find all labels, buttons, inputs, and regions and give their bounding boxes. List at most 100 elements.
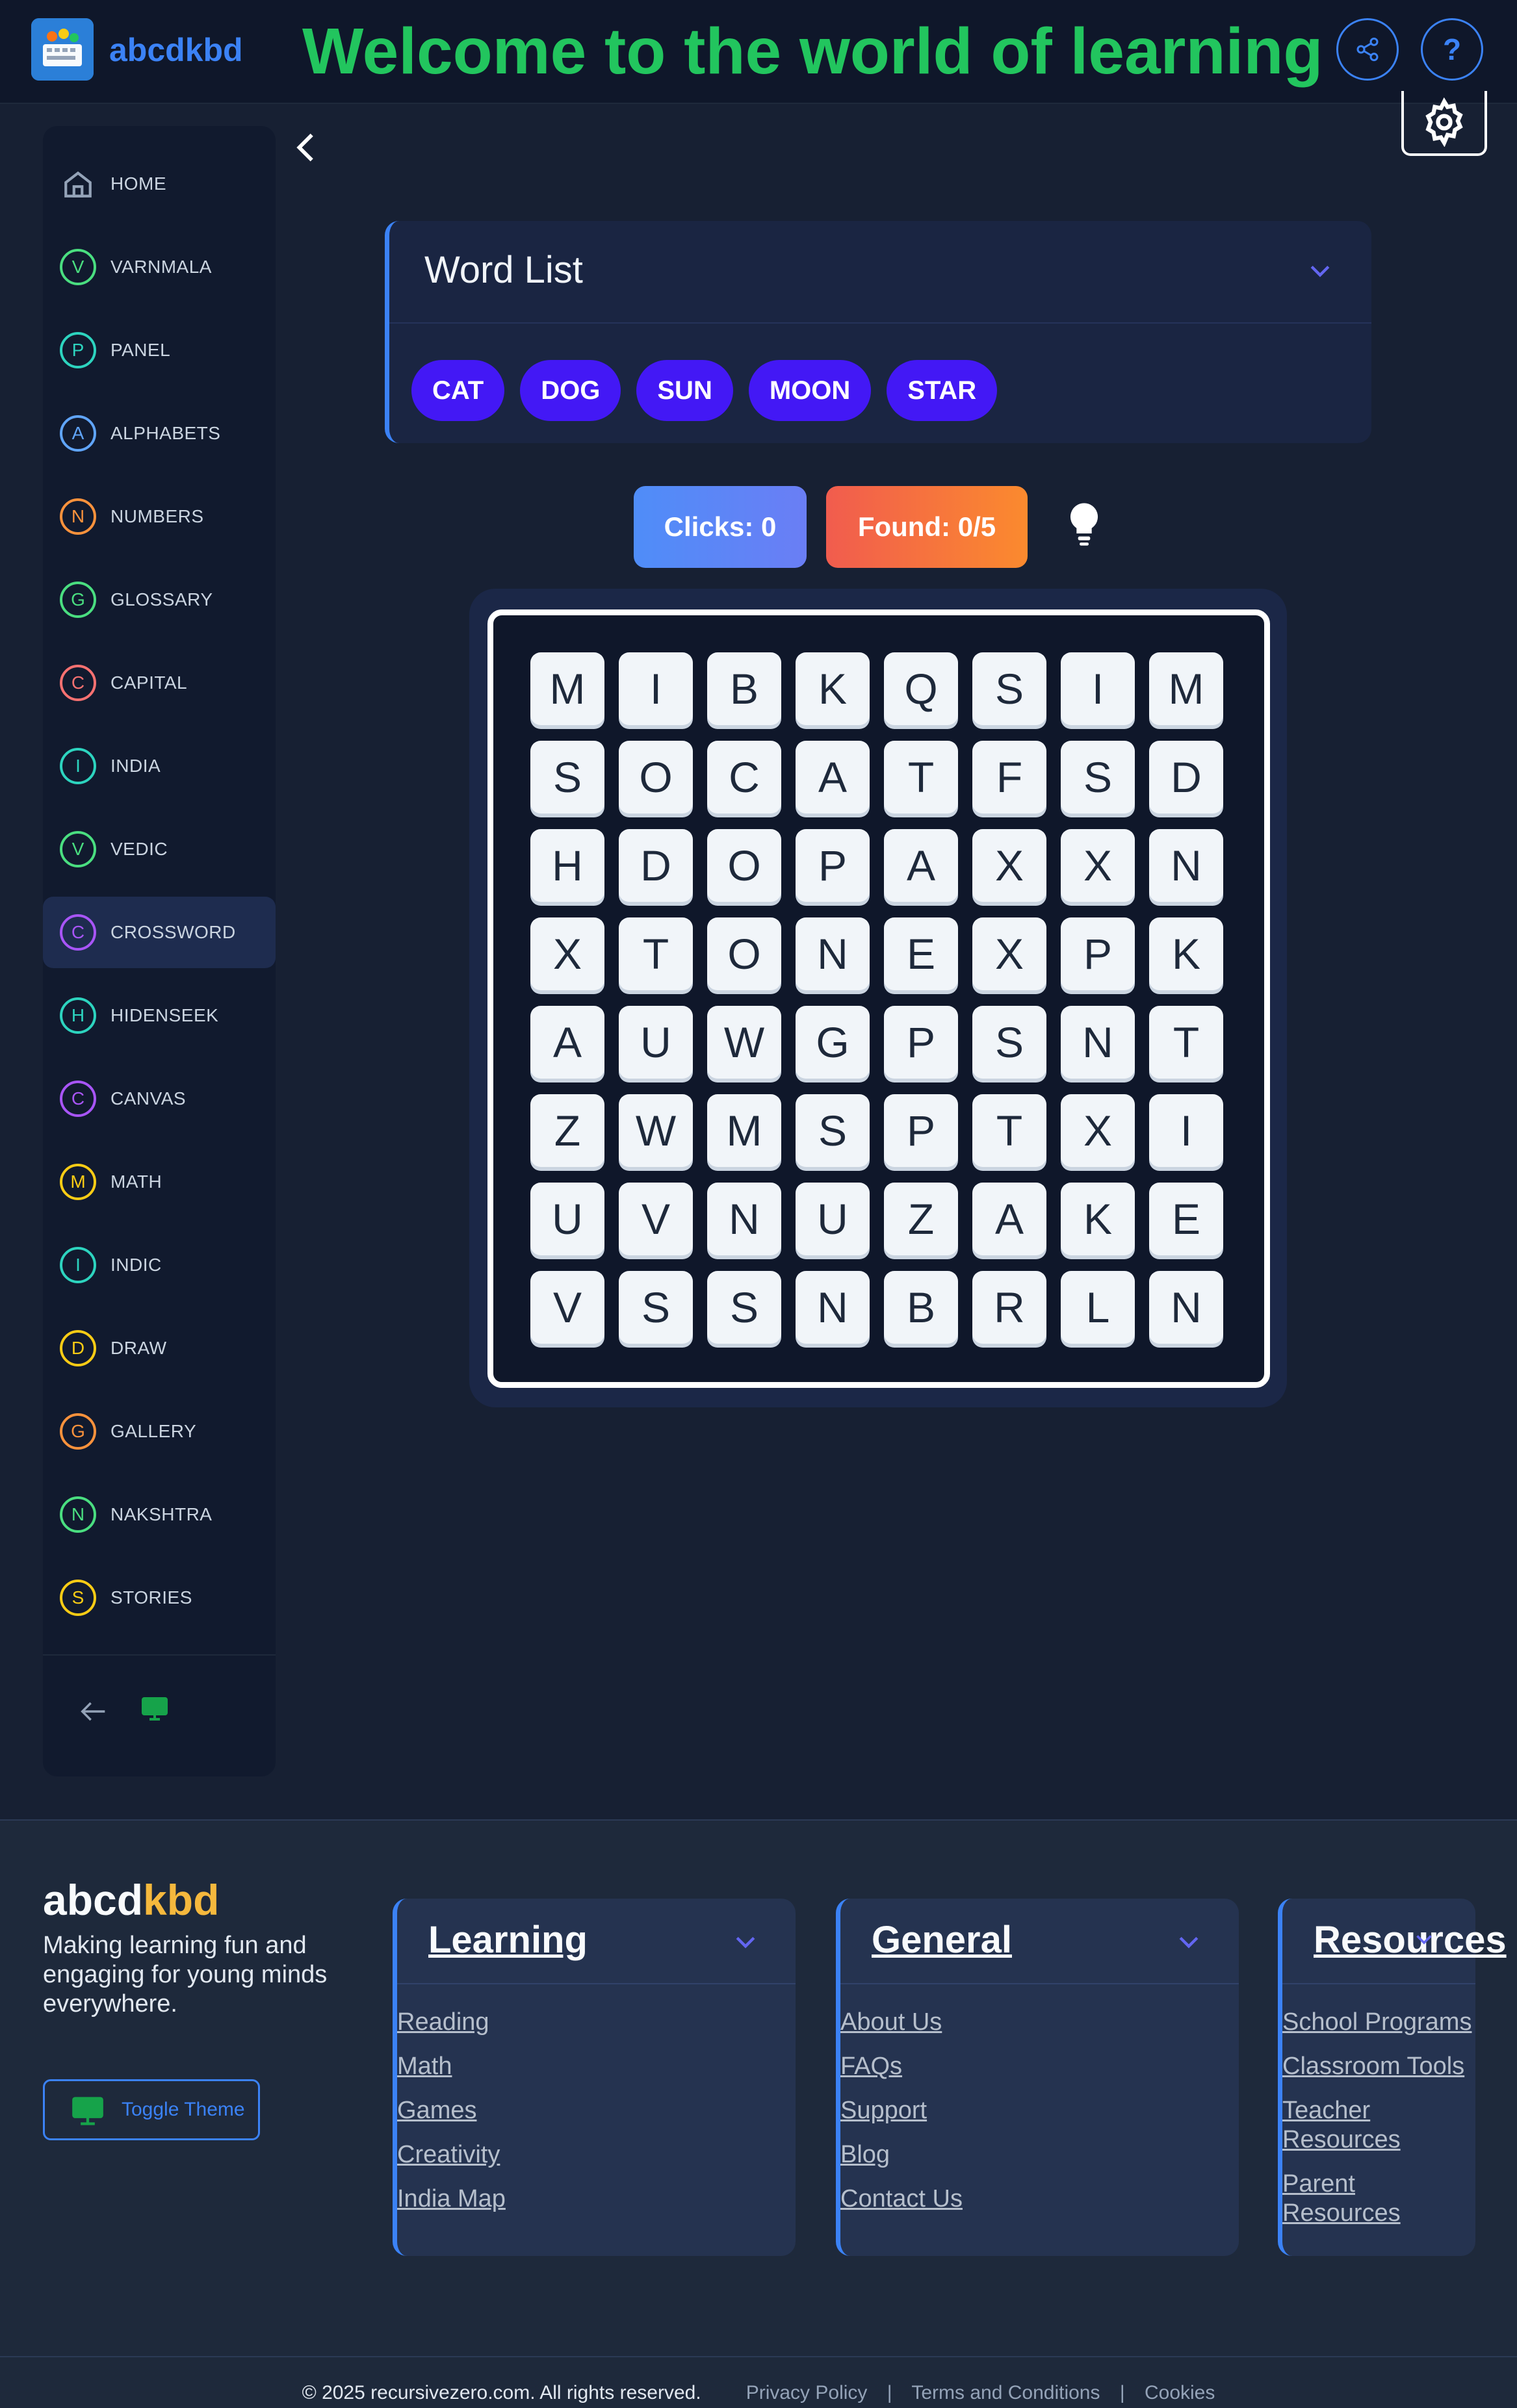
- grid-cell[interactable]: S: [972, 1006, 1046, 1079]
- grid-cell[interactable]: A: [972, 1183, 1046, 1255]
- sidebar-item-stories[interactable]: S STORIES: [43, 1562, 276, 1633]
- grid-cell[interactable]: I: [619, 652, 693, 725]
- grid-cell[interactable]: S: [972, 652, 1046, 725]
- grid-cell[interactable]: X: [972, 917, 1046, 990]
- footer-link[interactable]: School Programs: [1282, 2008, 1477, 2037]
- grid-cell[interactable]: S: [796, 1094, 870, 1167]
- chevron-down-icon[interactable]: [1174, 1927, 1203, 1956]
- word-list-title[interactable]: Word List: [424, 248, 583, 292]
- grid-cell[interactable]: P: [884, 1094, 958, 1167]
- grid-cell[interactable]: W: [619, 1094, 693, 1167]
- settings-button[interactable]: [1401, 91, 1487, 156]
- grid-cell[interactable]: W: [707, 1006, 781, 1079]
- sidebar-item-crossword[interactable]: C CROSSWORD: [43, 897, 276, 968]
- sidebar-item-home[interactable]: HOME: [43, 148, 276, 220]
- grid-cell[interactable]: X: [1061, 1094, 1135, 1167]
- grid-cell[interactable]: Q: [884, 652, 958, 725]
- sidebar-item-panel[interactable]: P PANEL: [43, 314, 276, 386]
- grid-cell[interactable]: V: [619, 1183, 693, 1255]
- grid-cell[interactable]: U: [619, 1006, 693, 1079]
- grid-cell[interactable]: N: [1061, 1006, 1135, 1079]
- grid-cell[interactable]: I: [1061, 652, 1135, 725]
- collapse-arrow-icon[interactable]: [77, 1695, 110, 1728]
- footer-link[interactable]: FAQs: [840, 2052, 963, 2081]
- sidebar-item-varnmala[interactable]: V VARNMALA: [43, 231, 276, 303]
- grid-cell[interactable]: T: [884, 741, 958, 813]
- grid-cell[interactable]: U: [796, 1183, 870, 1255]
- footer-link[interactable]: Math: [397, 2052, 506, 2081]
- footer-link[interactable]: Reading: [397, 2008, 506, 2037]
- word-chip[interactable]: DOG: [520, 360, 621, 421]
- grid-cell[interactable]: T: [972, 1094, 1046, 1167]
- grid-cell[interactable]: B: [707, 652, 781, 725]
- grid-cell[interactable]: A: [796, 741, 870, 813]
- grid-cell[interactable]: U: [530, 1183, 604, 1255]
- grid-cell[interactable]: X: [972, 829, 1046, 902]
- footer-link[interactable]: Blog: [840, 2140, 963, 2170]
- grid-cell[interactable]: S: [1061, 741, 1135, 813]
- grid-cell[interactable]: N: [796, 917, 870, 990]
- chevron-down-icon[interactable]: [731, 1927, 760, 1956]
- word-chip[interactable]: MOON: [748, 360, 872, 421]
- footer-link[interactable]: Classroom Tools: [1282, 2052, 1477, 2081]
- grid-cell[interactable]: K: [796, 652, 870, 725]
- grid-cell[interactable]: E: [884, 917, 958, 990]
- footer-link[interactable]: Parent Resources: [1282, 2170, 1477, 2228]
- grid-cell[interactable]: N: [707, 1183, 781, 1255]
- sidebar-item-math[interactable]: M MATH: [43, 1146, 276, 1218]
- footer-col-title[interactable]: Resources: [1314, 1918, 1507, 1962]
- grid-cell[interactable]: L: [1061, 1271, 1135, 1344]
- grid-cell[interactable]: R: [972, 1271, 1046, 1344]
- grid-cell[interactable]: M: [530, 652, 604, 725]
- sidebar-item-numbers[interactable]: N NUMBERS: [43, 481, 276, 552]
- grid-cell[interactable]: V: [530, 1271, 604, 1344]
- word-chip[interactable]: CAT: [411, 360, 505, 421]
- footer-link[interactable]: About Us: [840, 2008, 963, 2037]
- grid-cell[interactable]: B: [884, 1271, 958, 1344]
- grid-cell[interactable]: X: [530, 917, 604, 990]
- grid-cell[interactable]: D: [1149, 741, 1223, 813]
- cookies-link[interactable]: Cookies: [1145, 2382, 1215, 2403]
- footer-col-title[interactable]: General: [872, 1918, 1012, 1962]
- lightbulb-icon[interactable]: [1066, 502, 1102, 547]
- sidebar-item-hidenseek[interactable]: H HIDENSEEK: [43, 980, 276, 1051]
- grid-cell[interactable]: Z: [530, 1094, 604, 1167]
- grid-cell[interactable]: S: [530, 741, 604, 813]
- brand-name[interactable]: abcdkbd: [109, 31, 243, 69]
- grid-cell[interactable]: P: [796, 829, 870, 902]
- sidebar-item-indic[interactable]: I INDIC: [43, 1229, 276, 1301]
- sidebar-item-canvas[interactable]: C CANVAS: [43, 1063, 276, 1134]
- grid-cell[interactable]: O: [707, 829, 781, 902]
- grid-cell[interactable]: A: [530, 1006, 604, 1079]
- grid-cell[interactable]: I: [1149, 1094, 1223, 1167]
- grid-cell[interactable]: P: [884, 1006, 958, 1079]
- footer-col-title[interactable]: Learning: [428, 1918, 588, 1962]
- grid-cell[interactable]: A: [884, 829, 958, 902]
- grid-cell[interactable]: F: [972, 741, 1046, 813]
- grid-cell[interactable]: S: [619, 1271, 693, 1344]
- grid-cell[interactable]: X: [1061, 829, 1135, 902]
- grid-cell[interactable]: S: [707, 1271, 781, 1344]
- grid-cell[interactable]: G: [796, 1006, 870, 1079]
- grid-cell[interactable]: M: [707, 1094, 781, 1167]
- grid-cell[interactable]: N: [1149, 1271, 1223, 1344]
- sidebar-item-alphabets[interactable]: A ALPHABETS: [43, 398, 276, 469]
- grid-cell[interactable]: O: [619, 741, 693, 813]
- sidebar-item-draw[interactable]: D DRAW: [43, 1313, 276, 1384]
- footer-link[interactable]: Creativity: [397, 2140, 506, 2170]
- back-chevron-icon[interactable]: [294, 130, 320, 165]
- grid-cell[interactable]: O: [707, 917, 781, 990]
- toggle-theme-button[interactable]: Toggle Theme: [43, 2079, 260, 2140]
- grid-cell[interactable]: Z: [884, 1183, 958, 1255]
- grid-cell[interactable]: P: [1061, 917, 1135, 990]
- word-chip[interactable]: STAR: [887, 360, 998, 421]
- sidebar-item-india[interactable]: I INDIA: [43, 730, 276, 802]
- footer-link[interactable]: Support: [840, 2096, 963, 2125]
- grid-cell[interactable]: N: [1149, 829, 1223, 902]
- footer-link[interactable]: Games: [397, 2096, 506, 2125]
- grid-cell[interactable]: K: [1061, 1183, 1135, 1255]
- grid-cell[interactable]: D: [619, 829, 693, 902]
- help-button[interactable]: ?: [1421, 18, 1483, 81]
- footer-link[interactable]: India Map: [397, 2184, 506, 2214]
- grid-cell[interactable]: E: [1149, 1183, 1223, 1255]
